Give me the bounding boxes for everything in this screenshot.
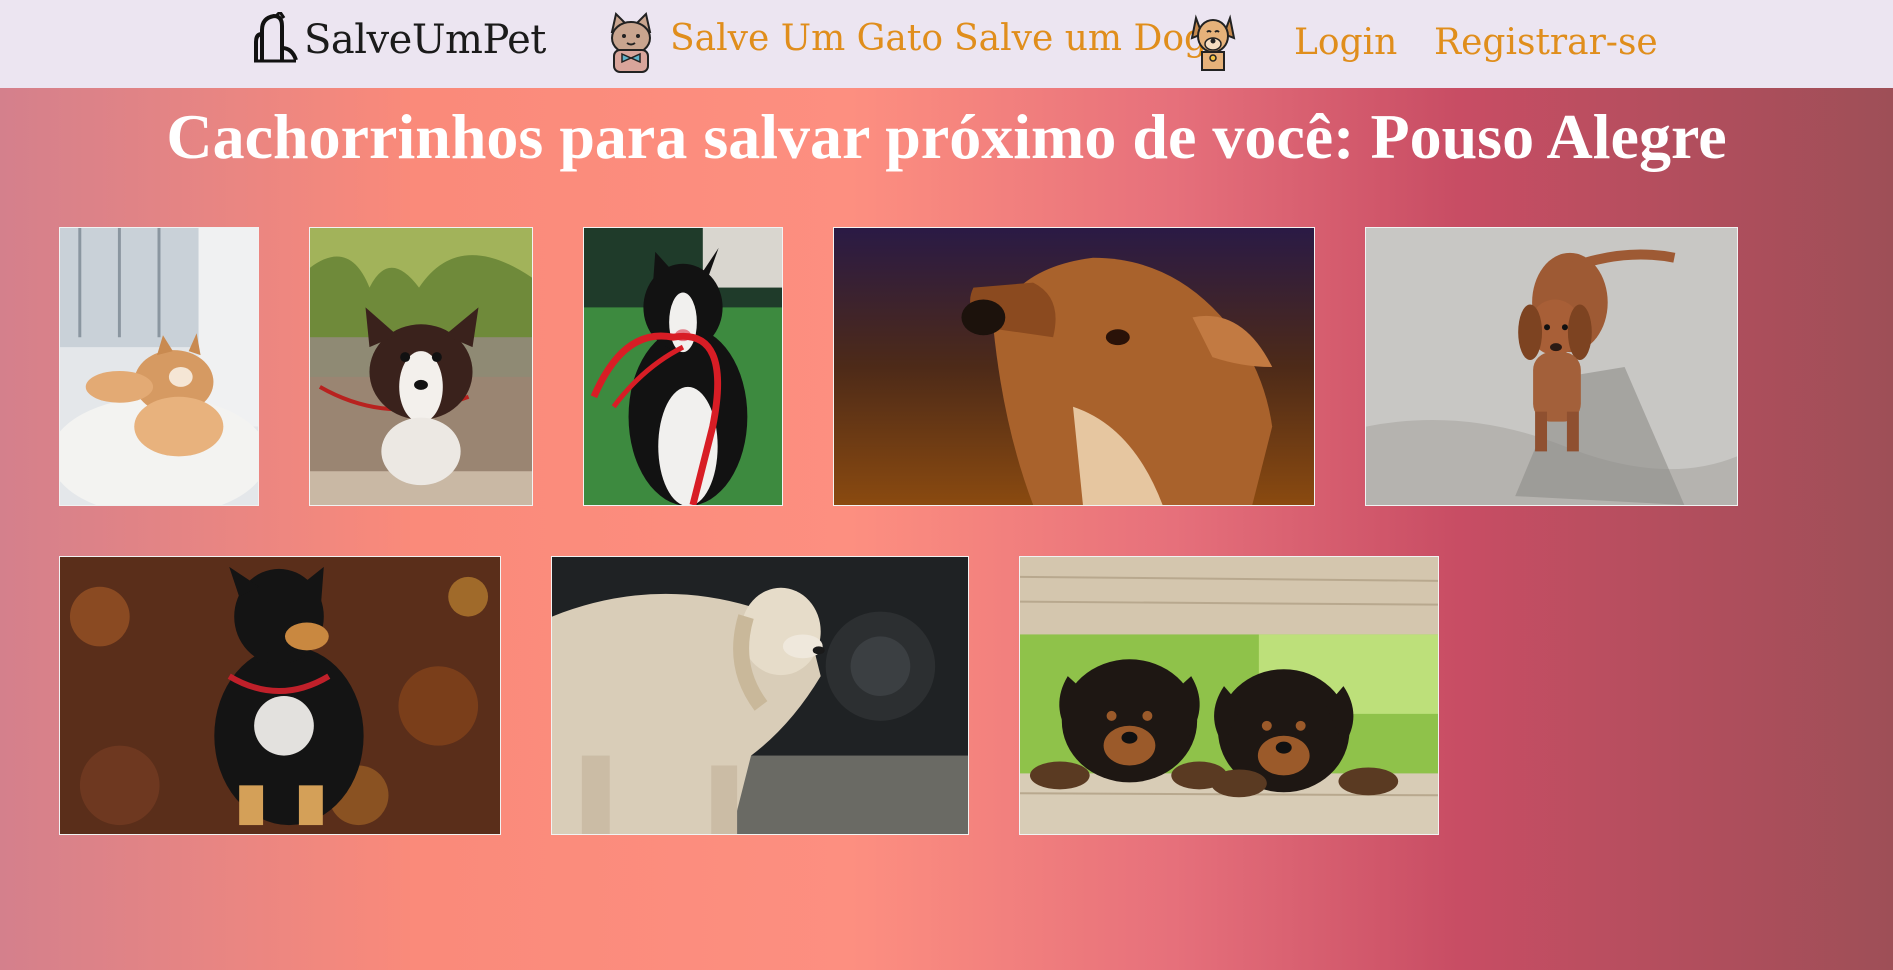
dog-photo-border-collie-puppy[interactable] bbox=[309, 227, 533, 506]
brand-logo-link[interactable]: SalveUmPet bbox=[252, 9, 546, 68]
dog-photo-dachshund[interactable] bbox=[1365, 227, 1738, 506]
cat-icon bbox=[608, 12, 654, 78]
page-title: Cachorrinhos para salvar próximo de você… bbox=[166, 101, 1727, 172]
pet-logo-icon bbox=[252, 9, 298, 68]
nav-link-login[interactable]: Login bbox=[1294, 22, 1397, 63]
dog-photo-shiba-on-rug[interactable] bbox=[59, 227, 259, 506]
nav-link-save-cat[interactable]: Salve Um Gato bbox=[670, 18, 943, 59]
dog-icon bbox=[1190, 12, 1236, 80]
top-navbar: SalveUmPet Salve Um Gato Salve um Dog Lo… bbox=[0, 0, 1893, 88]
dog-photo-brown-dog-portrait[interactable] bbox=[833, 227, 1315, 506]
nav-link-register[interactable]: Registrar-se bbox=[1434, 22, 1658, 63]
dog-photo-border-collie-red-leash[interactable] bbox=[583, 227, 783, 506]
brand-name: SalveUmPet bbox=[304, 17, 546, 63]
dog-photo-golden-dog[interactable] bbox=[551, 556, 969, 835]
dog-photo-black-tan-dog-leaves[interactable] bbox=[59, 556, 501, 835]
nav-link-save-dog[interactable]: Salve um Dog bbox=[954, 18, 1207, 59]
dog-photo-rottweiler-puppies[interactable] bbox=[1019, 556, 1439, 835]
